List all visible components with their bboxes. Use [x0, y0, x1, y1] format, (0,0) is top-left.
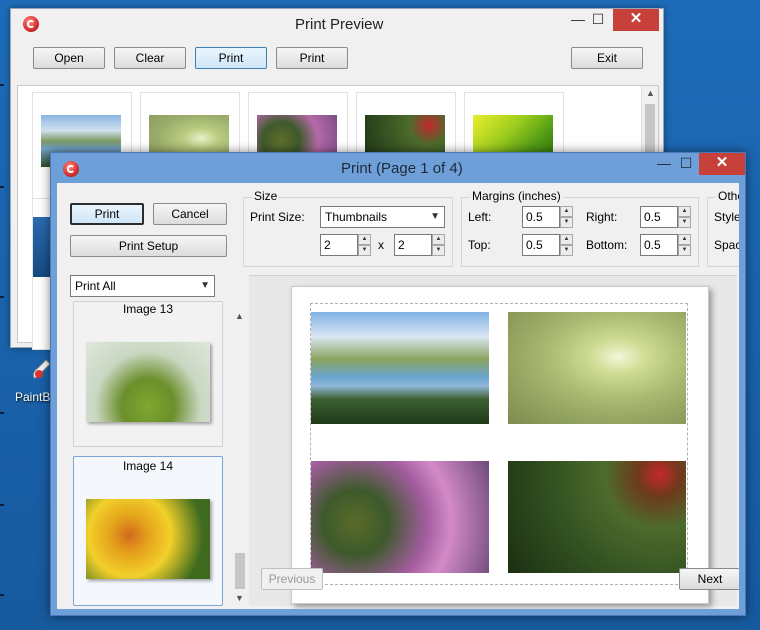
- preview-image-bud: [508, 312, 686, 424]
- image-list-scrollbar[interactable]: ▲ ▼: [233, 309, 247, 605]
- rows-value[interactable]: 2: [394, 234, 432, 256]
- other-group: Othe Style: Spaci: [707, 189, 739, 267]
- desktop-mark: [0, 84, 4, 86]
- print-setup-button[interactable]: Print Setup: [70, 235, 227, 257]
- desktop-icon-label: PaintB: [15, 390, 51, 404]
- scroll-down-icon[interactable]: ▼: [235, 593, 244, 603]
- window-title: Print Preview: [295, 16, 384, 33]
- spacing-label: Spaci: [714, 238, 739, 252]
- dialog-title: Print (Page 1 of 4): [341, 160, 463, 177]
- spin-down-icon[interactable]: ▼: [432, 245, 445, 256]
- chevron-down-icon: ▼: [200, 280, 210, 291]
- left-margin-spinner[interactable]: 0.5 ▲ ▼: [522, 206, 574, 228]
- spin-up-icon[interactable]: ▲: [560, 206, 573, 217]
- desktop-mark: [0, 296, 4, 298]
- spin-up-icon[interactable]: ▲: [678, 234, 691, 245]
- image-caption: Image 13: [122, 302, 174, 316]
- bottom-margin-label: Bottom:: [586, 238, 628, 252]
- scroll-thumb[interactable]: [235, 553, 245, 589]
- other-group-label: Othe: [716, 189, 739, 203]
- image-mushrooms: [86, 342, 210, 422]
- spin-down-icon[interactable]: ▼: [678, 217, 691, 228]
- spin-down-icon[interactable]: ▼: [560, 245, 573, 256]
- bottom-margin-spinner[interactable]: 0.5 ▲ ▼: [640, 234, 692, 256]
- exit-button[interactable]: Exit: [571, 47, 643, 69]
- maximize-button[interactable]: ☐: [669, 153, 703, 175]
- preview-image-butterfly: [311, 461, 489, 573]
- desktop-mark: [0, 594, 4, 596]
- print-button[interactable]: Print: [195, 47, 267, 69]
- spin-up-icon[interactable]: ▲: [560, 234, 573, 245]
- desktop-mark: [0, 504, 4, 506]
- right-margin-label: Right:: [586, 210, 618, 224]
- scroll-up-icon[interactable]: ▲: [235, 311, 244, 321]
- spin-down-icon[interactable]: ▼: [560, 217, 573, 228]
- left-margin-value[interactable]: 0.5: [522, 206, 560, 228]
- spin-up-icon[interactable]: ▲: [358, 234, 371, 245]
- preview-page: [291, 286, 709, 604]
- app-icon: [23, 16, 39, 32]
- print-button[interactable]: Print: [70, 203, 144, 225]
- right-margin-spinner[interactable]: 0.5 ▲ ▼: [640, 206, 692, 228]
- cancel-button[interactable]: Cancel: [153, 203, 227, 225]
- top-margin-label: Top:: [468, 238, 491, 252]
- spin-down-icon[interactable]: ▼: [358, 245, 371, 256]
- next-button[interactable]: Next: [679, 568, 739, 590]
- preview-image-dragonfly: [508, 461, 686, 573]
- previous-button[interactable]: Previous: [261, 568, 323, 590]
- margins-group-label: Margins (inches): [470, 189, 563, 203]
- scroll-up-icon[interactable]: ▲: [646, 88, 655, 98]
- margins-group: Margins (inches) Left: 0.5 ▲ ▼ Right: 0.…: [461, 189, 699, 267]
- title-bar: Print Preview — ☐ ✕: [11, 9, 663, 39]
- maximize-button[interactable]: ☐: [581, 9, 615, 31]
- desktop-mark: [0, 412, 4, 414]
- print-range-value: Print All: [75, 279, 116, 293]
- print-dialog: Print (Page 1 of 4) — ☐ ✕ Print Cancel P…: [50, 152, 746, 616]
- dialog-title-bar: Print (Page 1 of 4) — ☐ ✕: [51, 153, 745, 183]
- print-preview-area: Previous Next: [249, 275, 739, 606]
- print-size-label: Print Size:: [250, 210, 305, 224]
- image-list-item-selected[interactable]: Image 14: [73, 456, 223, 606]
- spin-down-icon[interactable]: ▼: [678, 245, 691, 256]
- chevron-down-icon: ▼: [430, 211, 440, 222]
- style-label: Style:: [714, 210, 739, 224]
- image-list: Image 13 Image 14 ▲ ▼: [69, 301, 247, 606]
- preview-image-lake: [311, 312, 489, 424]
- open-button[interactable]: Open: [33, 47, 105, 69]
- top-margin-spinner[interactable]: 0.5 ▲ ▼: [522, 234, 574, 256]
- size-group: Size Print Size: Thumbnails ▼ 2 ▲ ▼ x 2 …: [243, 189, 453, 267]
- bottom-margin-value[interactable]: 0.5: [640, 234, 678, 256]
- print-size-value: Thumbnails: [325, 210, 388, 224]
- close-button[interactable]: ✕: [613, 9, 659, 31]
- clear-button[interactable]: Clear: [114, 47, 186, 69]
- rows-spinner[interactable]: 2 ▲ ▼: [394, 234, 446, 256]
- image-caption: Image 14: [122, 459, 174, 473]
- print-range-select[interactable]: Print All ▼: [70, 275, 215, 297]
- print-button-2[interactable]: Print: [276, 47, 348, 69]
- desktop-mark: [0, 186, 4, 188]
- print-size-select[interactable]: Thumbnails ▼: [320, 206, 445, 228]
- dialog-client: Print Cancel Print Setup Print All ▼ Siz…: [57, 183, 739, 609]
- columns-value[interactable]: 2: [320, 234, 358, 256]
- size-group-label: Size: [252, 189, 280, 203]
- left-margin-label: Left:: [468, 210, 492, 224]
- image-list-item[interactable]: Image 13: [73, 301, 223, 447]
- times-label: x: [378, 238, 384, 252]
- spin-up-icon[interactable]: ▲: [432, 234, 445, 245]
- app-icon: [63, 161, 79, 177]
- close-button[interactable]: ✕: [699, 153, 745, 175]
- spin-up-icon[interactable]: ▲: [678, 206, 691, 217]
- columns-spinner[interactable]: 2 ▲ ▼: [320, 234, 372, 256]
- right-margin-value[interactable]: 0.5: [640, 206, 678, 228]
- top-margin-value[interactable]: 0.5: [522, 234, 560, 256]
- paintbrush-icon: [30, 358, 52, 382]
- image-monarch-butterfly: [86, 499, 210, 579]
